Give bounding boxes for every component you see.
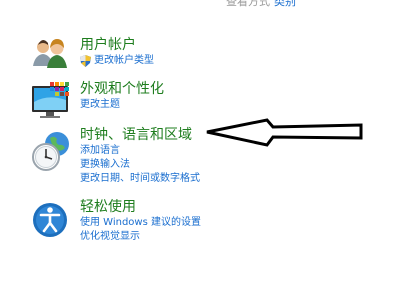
- optimize-visual-display-link[interactable]: 优化视觉显示: [80, 230, 400, 244]
- users-icon[interactable]: [30, 36, 74, 80]
- monitor-palette-icon[interactable]: [30, 80, 74, 124]
- change-input-method-link[interactable]: 更换输入法: [80, 158, 400, 172]
- change-date-time-format-link[interactable]: 更改日期、时间或数字格式: [80, 172, 400, 186]
- view-by-dropdown[interactable]: 类别: [274, 0, 296, 8]
- annotation-arrow: [206, 118, 363, 147]
- change-theme-link[interactable]: 更改主题: [80, 98, 400, 112]
- uac-shield-icon: [80, 55, 91, 67]
- view-by-label: 查看方式 类别: [226, 0, 296, 8]
- use-recommended-settings-link[interactable]: 使用 Windows 建议的设置: [80, 216, 400, 230]
- change-account-type-link[interactable]: 更改帐户类型: [80, 54, 400, 68]
- category-user-accounts: 用户帐户 更改帐户类型: [30, 36, 390, 76]
- clock-globe-icon[interactable]: [30, 130, 74, 174]
- category-title-ease-of-access[interactable]: 轻松使用: [80, 198, 400, 216]
- category-ease-of-access: 轻松使用 使用 Windows 建议的设置 优化视觉显示: [30, 198, 390, 248]
- ease-of-access-icon[interactable]: [30, 200, 74, 244]
- category-title-user-accounts[interactable]: 用户帐户: [80, 36, 400, 54]
- category-title-appearance[interactable]: 外观和个性化: [80, 80, 400, 98]
- view-by-bar: 查看方式 类别: [0, 0, 400, 8]
